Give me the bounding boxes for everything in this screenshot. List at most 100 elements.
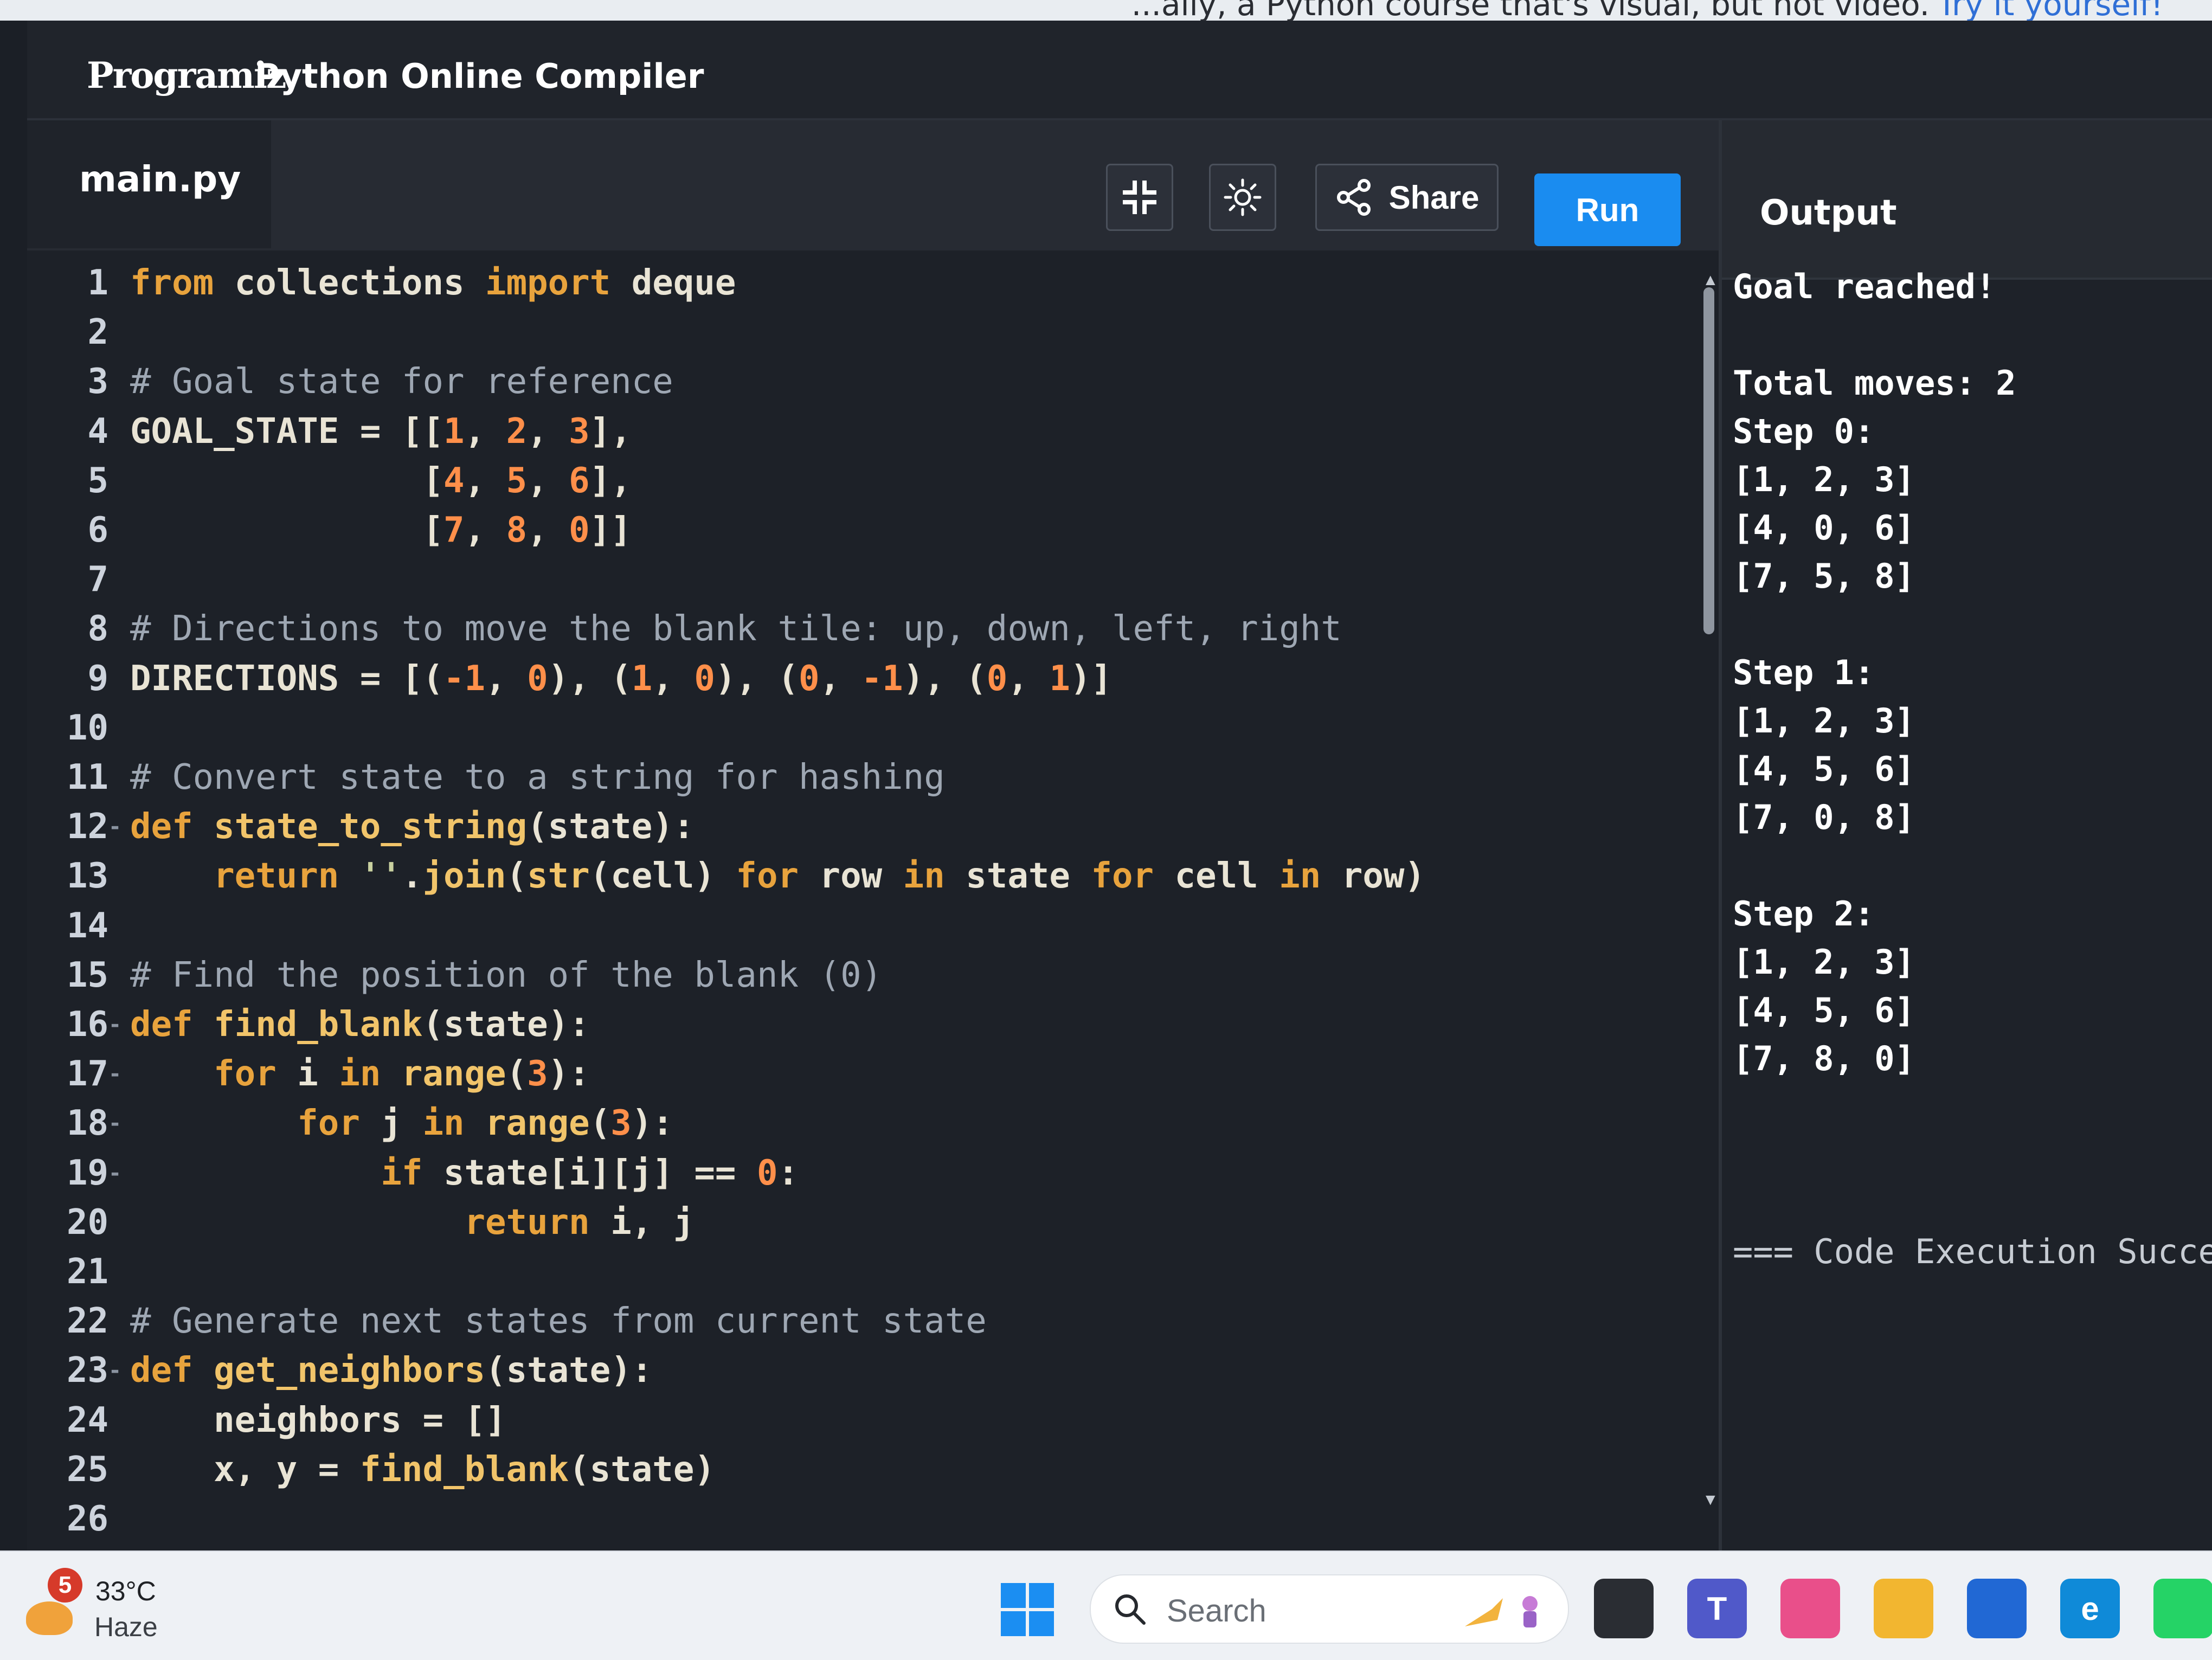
code-line[interactable]: 16- def find_blank(state): [27, 1000, 1719, 1050]
code-line[interactable]: 23- def get_neighbors(state): [27, 1346, 1719, 1395]
code-text[interactable]: return i, j [130, 1198, 695, 1247]
code-text[interactable]: def find_blank(state): [130, 1000, 590, 1050]
fold-toggle-icon[interactable]: - [108, 1346, 130, 1395]
code-line[interactable]: 17- for i in range(3): [27, 1049, 1719, 1099]
theme-toggle-button[interactable] [1209, 164, 1276, 231]
weather-temperature[interactable]: 33°C [95, 1575, 156, 1607]
code-line[interactable]: 8 # Directions to move the blank tile: up… [27, 604, 1719, 654]
code-text[interactable]: x, y = find_blank(state) [130, 1445, 715, 1495]
share-button[interactable]: Share [1315, 164, 1499, 231]
output-line: Step 0: [1733, 411, 1875, 451]
code-text[interactable]: GOAL_STATE = [[1, 2, 3], [130, 407, 632, 456]
code-line[interactable]: 22 # Generate next states from current st… [27, 1296, 1719, 1346]
code-line[interactable]: 14 [27, 901, 1719, 951]
line-number: 23 [66, 1350, 108, 1391]
code-text[interactable]: def state_to_string(state): [130, 802, 694, 852]
file-explorer-icon[interactable] [1594, 1579, 1654, 1638]
taskbar-search[interactable]: Search [1090, 1574, 1569, 1644]
code-text[interactable]: # Goal state for reference [130, 357, 673, 407]
code-line[interactable]: 12- def state_to_string(state): [27, 802, 1719, 852]
code-line[interactable]: 10 [27, 703, 1719, 753]
line-number: 11 [66, 757, 108, 797]
line-number: 21 [66, 1252, 108, 1292]
code-editor[interactable]: 1 from collections import deque 2 3 # Goal s… [27, 250, 1719, 1550]
search-placeholder: Search [1167, 1593, 1266, 1629]
line-number: 18 [66, 1103, 108, 1144]
whatsapp-icon[interactable] [2153, 1579, 2212, 1638]
code-text[interactable]: for j in range(3): [130, 1098, 673, 1148]
code-line[interactable]: 13 return ''.join(str(cell) for row in s… [27, 851, 1719, 901]
file-tab[interactable]: main.py [27, 120, 271, 248]
output-line: Goal reached! [1733, 267, 1996, 306]
line-number: 15 [66, 955, 108, 995]
fold-toggle-icon[interactable]: - [108, 1148, 130, 1198]
code-text[interactable]: # Generate next states from current stat… [130, 1296, 987, 1346]
code-line[interactable]: 4 GOAL_STATE = [[1, 2, 3], [27, 407, 1719, 456]
search-highlight-icon [1465, 1596, 1538, 1627]
try-it-link[interactable]: Try it yourself! [1937, 0, 2163, 21]
promo-banner: ...ally, a Python course that's visual, … [0, 0, 2212, 21]
code-text[interactable]: return ''.join(str(cell) for row in stat… [130, 851, 1425, 901]
copilot-icon[interactable] [1780, 1579, 1840, 1638]
code-line[interactable]: 21 [27, 1247, 1719, 1297]
code-text[interactable]: for i in range(3): [130, 1049, 590, 1099]
code-line[interactable]: 19- if state[i][j] == 0: [27, 1148, 1719, 1198]
code-line[interactable]: 7 [27, 555, 1719, 604]
code-line[interactable]: 20 return i, j [27, 1198, 1719, 1247]
line-number: 16 [66, 1005, 108, 1045]
code-line[interactable]: 24 neighbors = [] [27, 1395, 1719, 1445]
edge-icon[interactable]: e [2060, 1579, 2120, 1638]
exit-fullscreen-button[interactable] [1106, 164, 1173, 231]
editor-scrollbar[interactable]: ▲ ▼ [1700, 271, 1719, 1518]
page-title: Python Online Compiler [255, 56, 704, 96]
editor-toolbar: main.py Share Run [27, 120, 1719, 253]
code-text[interactable]: neighbors = [] [130, 1395, 506, 1445]
code-line[interactable]: 2 [27, 307, 1719, 357]
fold-toggle-icon[interactable]: - [108, 1000, 130, 1050]
output-line: [1, 2, 3] [1733, 460, 1915, 499]
output-line: [1, 2, 3] [1733, 701, 1915, 741]
line-number: 17 [66, 1054, 108, 1095]
fold-toggle-icon[interactable]: - [108, 802, 130, 852]
code-text[interactable]: [7, 8, 0]] [130, 505, 631, 555]
code-text[interactable]: [4, 5, 6], [130, 456, 631, 506]
sun-icon [1224, 178, 1262, 216]
scroll-up-icon[interactable]: ▲ [1702, 271, 1719, 289]
output-header: Output [1722, 120, 2212, 280]
code-line[interactable]: 25 x, y = find_blank(state) [27, 1445, 1719, 1495]
weather-condition[interactable]: Haze [94, 1611, 158, 1643]
code-line[interactable]: 26 [27, 1494, 1719, 1544]
promo-text: ...ally, a Python course that's visual, … [1131, 0, 2163, 21]
weather-icon[interactable] [26, 1601, 73, 1635]
code-line[interactable]: 1 from collections import deque [27, 258, 1719, 308]
code-line[interactable]: 9 DIRECTIONS = [(-1, 0), (1, 0), (0, -1),… [27, 654, 1719, 704]
folder-icon[interactable] [1874, 1579, 1933, 1638]
line-number: 2 [87, 312, 108, 353]
code-line[interactable]: 15 # Find the position of the blank (0) [27, 950, 1719, 1000]
code-text[interactable]: # Convert state to a string for hashing [130, 752, 945, 802]
scroll-down-icon[interactable]: ▼ [1702, 1491, 1719, 1509]
output-line: [7, 8, 0] [1733, 1039, 1915, 1078]
promo-message: ...ally, a Python course that's visual, … [1131, 0, 1930, 21]
code-line[interactable]: 5 [4, 5, 6], [27, 456, 1719, 506]
run-button[interactable]: Run [1534, 173, 1681, 246]
code-line[interactable]: 18- for j in range(3): [27, 1098, 1719, 1148]
fold-toggle-icon[interactable]: - [108, 1049, 130, 1099]
line-number: 26 [66, 1499, 108, 1539]
line-number: 19 [66, 1153, 108, 1193]
code-text[interactable]: if state[i][j] == 0: [130, 1148, 799, 1198]
code-line[interactable]: 6 [7, 8, 0]] [27, 505, 1719, 555]
code-line[interactable]: 3 # Goal state for reference [27, 357, 1719, 407]
code-text[interactable]: DIRECTIONS = [(-1, 0), (1, 0), (0, -1), … [130, 654, 1112, 704]
fold-toggle-icon[interactable]: - [108, 1098, 130, 1148]
windows-start-icon[interactable] [1001, 1583, 1055, 1637]
code-text[interactable]: # Directions to move the blank tile: up,… [130, 604, 1342, 654]
code-line[interactable]: 11 # Convert state to a string for hashin… [27, 752, 1719, 802]
scrollbar-thumb[interactable] [1703, 287, 1714, 634]
store-icon[interactable] [1967, 1579, 2027, 1638]
output-line: Total moves: 2 [1733, 363, 2016, 403]
teams-icon[interactable]: T [1687, 1579, 1747, 1638]
code-text[interactable]: # Find the position of the blank (0) [130, 950, 882, 1000]
code-text[interactable]: from collections import deque [130, 258, 736, 308]
code-text[interactable]: def get_neighbors(state): [130, 1346, 652, 1395]
